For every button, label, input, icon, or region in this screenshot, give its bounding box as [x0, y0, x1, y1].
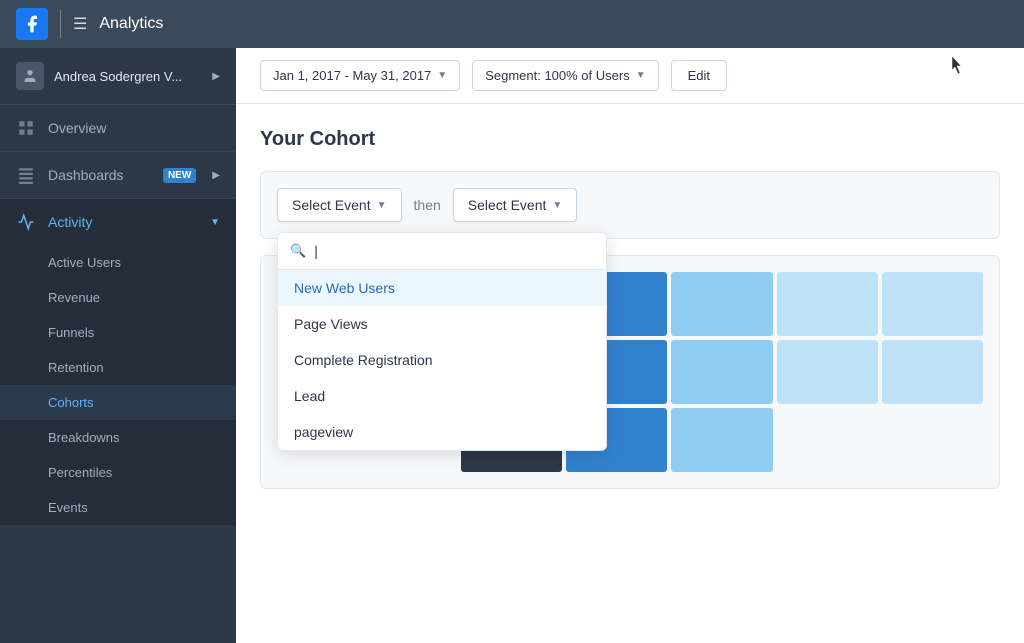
hamburger-icon[interactable]: ☰	[73, 14, 87, 34]
grid-cell-r3c3	[671, 408, 772, 472]
grid-cell-r2c3	[671, 340, 772, 404]
select-event-2-arrow-icon: ▼	[552, 200, 562, 211]
sidebar-item-dashboards[interactable]: Dashboards NEW ▶	[0, 152, 236, 199]
sidebar-item-percentiles[interactable]: Percentiles	[0, 455, 236, 490]
dropdown-search-input[interactable]	[314, 243, 594, 259]
segment-arrow-icon: ▼	[636, 70, 646, 81]
grid-cell-r2c4	[777, 340, 878, 404]
segment-button[interactable]: Segment: 100% of Users ▼	[472, 60, 658, 91]
facebook-logo-icon	[16, 8, 48, 40]
then-label: then	[410, 197, 445, 213]
edit-button[interactable]: Edit	[671, 60, 727, 91]
main-layout: Andrea Sodergren V... ▶ Overview Dashboa…	[0, 48, 1024, 643]
sidebar-activity-label: Activity	[48, 214, 92, 230]
date-range-arrow-icon: ▼	[437, 70, 447, 81]
grid-cell-r2c5	[882, 340, 983, 404]
page-content: Your Cohort Select Event ▼ then Select E…	[236, 104, 1024, 643]
date-range-label: Jan 1, 2017 - May 31, 2017	[273, 68, 431, 83]
select-event-button-2[interactable]: Select Event ▼	[453, 188, 578, 222]
sidebar-item-overview[interactable]: Overview	[0, 105, 236, 152]
sidebar-item-events[interactable]: Events	[0, 490, 236, 525]
select-event-button-1[interactable]: Select Event ▼	[277, 188, 402, 222]
sidebar: Andrea Sodergren V... ▶ Overview Dashboa…	[0, 48, 236, 643]
dashboards-icon	[16, 165, 36, 185]
dashboards-badge: NEW	[163, 168, 196, 183]
sidebar-dashboards-label: Dashboards	[48, 167, 151, 183]
dropdown-item-page-views[interactable]: Page Views	[278, 306, 606, 342]
sidebar-item-retention[interactable]: Retention	[0, 350, 236, 385]
grid-cell-r1c3	[671, 272, 772, 336]
dashboards-chevron-icon: ▶	[212, 170, 220, 181]
activity-icon	[16, 212, 36, 232]
sidebar-item-breakdowns[interactable]: Breakdowns	[0, 420, 236, 455]
date-range-button[interactable]: Jan 1, 2017 - May 31, 2017 ▼	[260, 60, 460, 91]
grid-cell-r1c4	[777, 272, 878, 336]
sidebar-item-cohorts[interactable]: Cohorts	[0, 385, 236, 420]
sidebar-activity-header[interactable]: Activity ▼	[0, 199, 236, 245]
user-icon	[16, 62, 44, 90]
dropdown-item-complete-registration[interactable]: Complete Registration	[278, 342, 606, 378]
content-header: Jan 1, 2017 - May 31, 2017 ▼ Segment: 10…	[236, 48, 1024, 104]
dropdown-item-lead[interactable]: Lead	[278, 378, 606, 414]
sidebar-activity-section: Activity ▼ Active Users Revenue Funnels …	[0, 199, 236, 525]
sidebar-user-name: Andrea Sodergren V...	[54, 69, 212, 84]
select-event-2-label: Select Event	[468, 197, 547, 213]
topbar-divider	[60, 10, 61, 38]
filter-row: Select Event ▼ then Select Event ▼ 🔍	[277, 188, 983, 222]
sidebar-item-funnels[interactable]: Funnels	[0, 315, 236, 350]
activity-chevron-icon: ▼	[210, 217, 220, 228]
dropdown-search-bar: 🔍	[278, 233, 606, 270]
page-title: Your Cohort	[260, 128, 1000, 151]
segment-label: Segment: 100% of Users	[485, 68, 630, 83]
dropdown-item-pageview[interactable]: pageview	[278, 414, 606, 450]
app-title: Analytics	[99, 15, 163, 33]
dropdown-search-icon: 🔍	[290, 243, 306, 259]
sidebar-user-chevron-icon: ▶	[212, 71, 220, 82]
content-area: Jan 1, 2017 - May 31, 2017 ▼ Segment: 10…	[236, 48, 1024, 643]
cohort-filter: Select Event ▼ then Select Event ▼ 🔍	[260, 171, 1000, 239]
sidebar-item-revenue[interactable]: Revenue	[0, 280, 236, 315]
sidebar-item-active-users[interactable]: Active Users	[0, 245, 236, 280]
event-dropdown-menu: 🔍 New Web Users Page Views Complete Regi…	[277, 232, 607, 451]
sidebar-user[interactable]: Andrea Sodergren V... ▶	[0, 48, 236, 105]
select-event-1-label: Select Event	[292, 197, 371, 213]
topbar: ☰ Analytics	[0, 0, 1024, 48]
grid-cell-r1c5	[882, 272, 983, 336]
grid-cell-r3c5	[882, 408, 983, 472]
select-event-1-arrow-icon: ▼	[377, 200, 387, 211]
sidebar-overview-label: Overview	[48, 120, 220, 136]
edit-label: Edit	[688, 68, 710, 83]
grid-cell-r3c4	[777, 408, 878, 472]
dropdown-item-new-web-users[interactable]: New Web Users	[278, 270, 606, 306]
overview-icon	[16, 118, 36, 138]
